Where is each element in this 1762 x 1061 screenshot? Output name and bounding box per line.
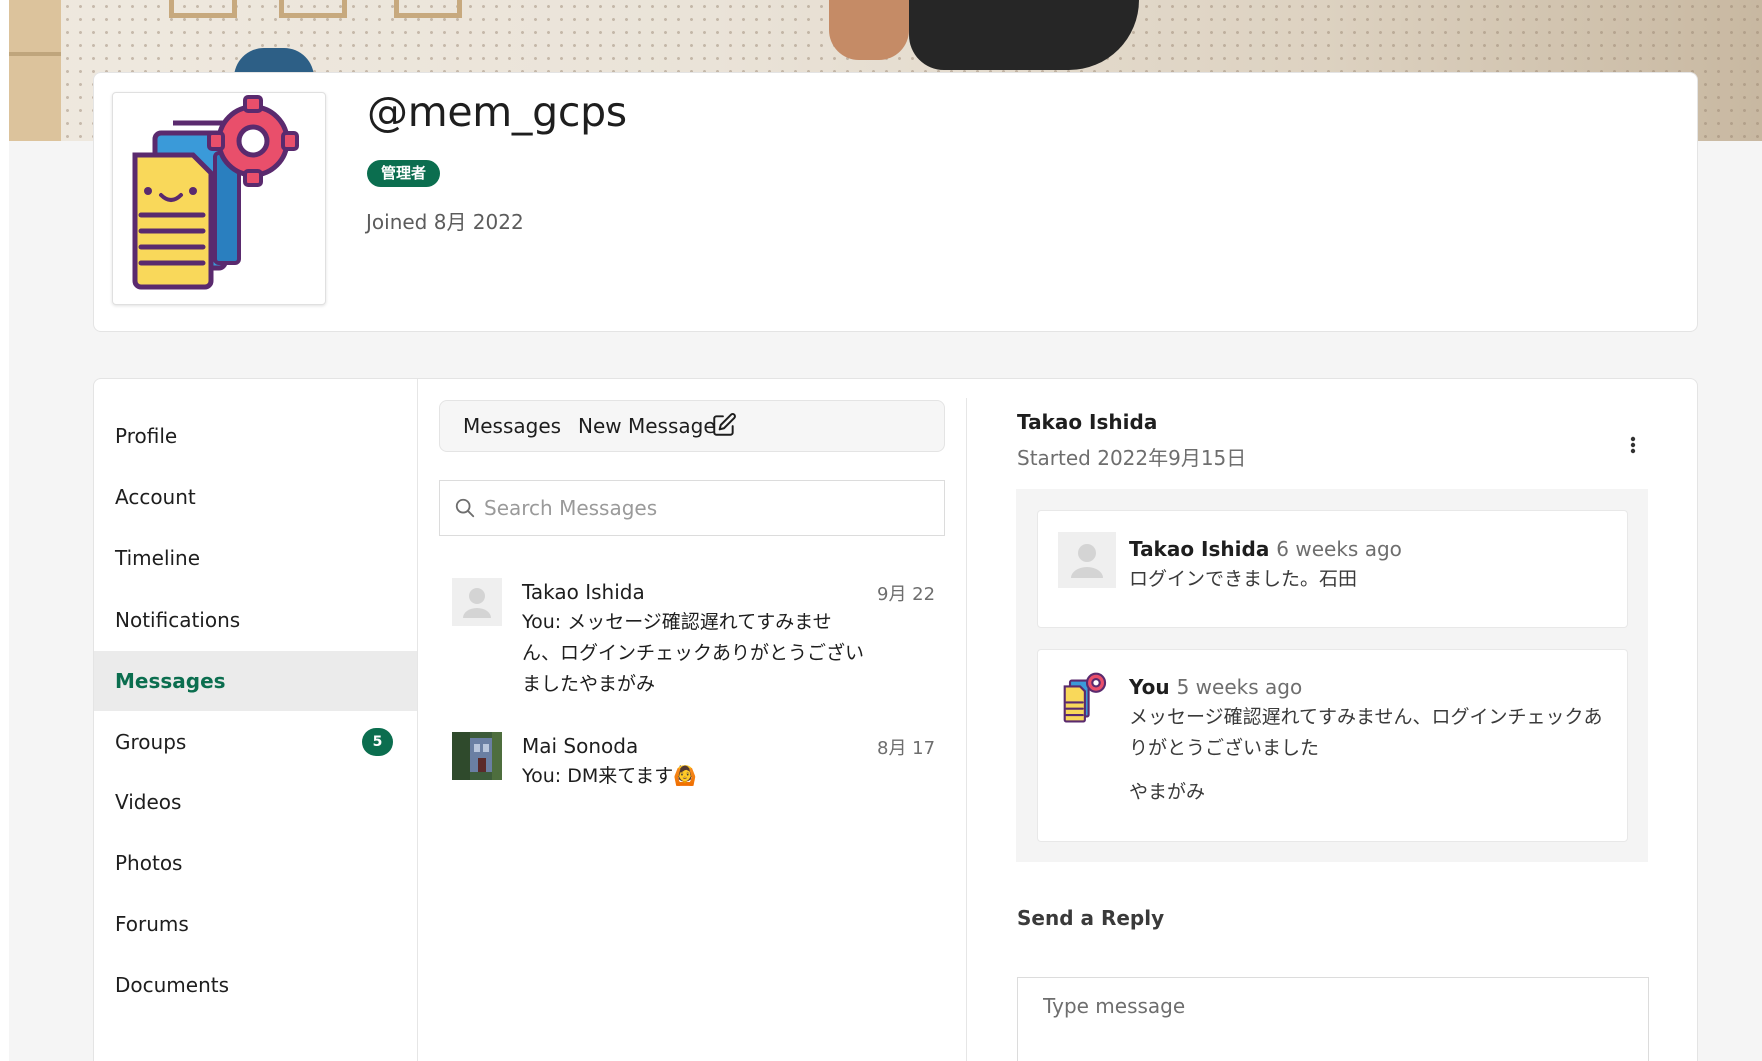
sidebar-item-documents[interactable]: Documents [94, 955, 417, 1015]
author-name: You [1129, 675, 1170, 699]
send-reply-label: Send a Reply [1017, 906, 1165, 930]
profile-username: @mem_gcps [367, 88, 627, 136]
reply-message-input[interactable] [1043, 994, 1623, 1044]
avatar [452, 732, 502, 780]
default-user-icon [463, 588, 491, 618]
avatar [452, 578, 502, 626]
user-photo-icon [452, 732, 502, 780]
thread-date: 8月 17 [877, 738, 936, 759]
author-name: Takao Ishida [1129, 537, 1270, 561]
search-icon [455, 498, 475, 518]
message-text: ログインできました。石田 [1129, 568, 1358, 590]
messages-tab-bar: Messages New Message [439, 400, 945, 452]
message-text: メッセージ確認遅れてすみません、ログインチェックありがとうございました [1129, 706, 1603, 759]
sidebar-item-notifications[interactable]: Notifications [94, 590, 417, 650]
thread-date: 9月 22 [877, 584, 936, 605]
thread-name: Takao Ishida [522, 580, 645, 604]
message-time: 6 weeks ago [1276, 537, 1402, 561]
sidebar-item-profile[interactable]: Profile [94, 406, 417, 466]
avatar [1058, 670, 1116, 726]
sidebar-item-messages[interactable]: Messages [94, 651, 417, 711]
sidebar-item-forums[interactable]: Forums [94, 894, 417, 954]
column-divider [966, 398, 967, 1061]
more-options-icon[interactable] [1624, 433, 1642, 457]
sidebar-item-videos[interactable]: Videos [94, 772, 417, 832]
profile-avatar[interactable] [112, 92, 326, 305]
search-messages-input[interactable] [484, 492, 924, 524]
sidebar-item-label: Groups [115, 730, 187, 754]
groups-count-badge: 5 [362, 728, 393, 756]
sidebar-item-timeline[interactable]: Timeline [94, 528, 417, 588]
thread-name: Mai Sonoda [522, 734, 639, 758]
compose-icon[interactable] [711, 412, 737, 438]
message-author: Takao Ishida 6 weeks ago [1129, 537, 1402, 561]
sidebar-item-photos[interactable]: Photos [94, 833, 417, 893]
thread-preview: You: DM来てます🙆 [522, 765, 697, 787]
message-signature: やまがみ [1129, 781, 1206, 803]
message-time: 5 weeks ago [1176, 675, 1303, 699]
conversation-title: Takao Ishida [1017, 410, 1158, 434]
profile-header-card [93, 72, 1698, 332]
conversation-started: Started 2022年9月15日 [1017, 446, 1247, 470]
avatar [1058, 532, 1116, 588]
document-gear-logo-icon [1063, 672, 1107, 723]
sidebar-item-groups[interactable]: Groups 5 [94, 712, 417, 772]
tab-messages[interactable]: Messages [463, 414, 561, 438]
default-user-icon [1071, 544, 1103, 578]
joined-date: Joined 8月 2022 [366, 210, 524, 234]
document-gear-logo-icon [132, 95, 299, 290]
role-badge: 管理者 [367, 160, 441, 187]
sidebar-item-account[interactable]: Account [94, 467, 417, 527]
sidebar-divider [417, 379, 418, 1061]
thread-preview: You: メッセージ確認遅れてすみません、ログインチェックありがとうございました… [522, 611, 865, 695]
tab-new-message[interactable]: New Message [578, 414, 716, 438]
message-author: You 5 weeks ago [1129, 675, 1302, 699]
